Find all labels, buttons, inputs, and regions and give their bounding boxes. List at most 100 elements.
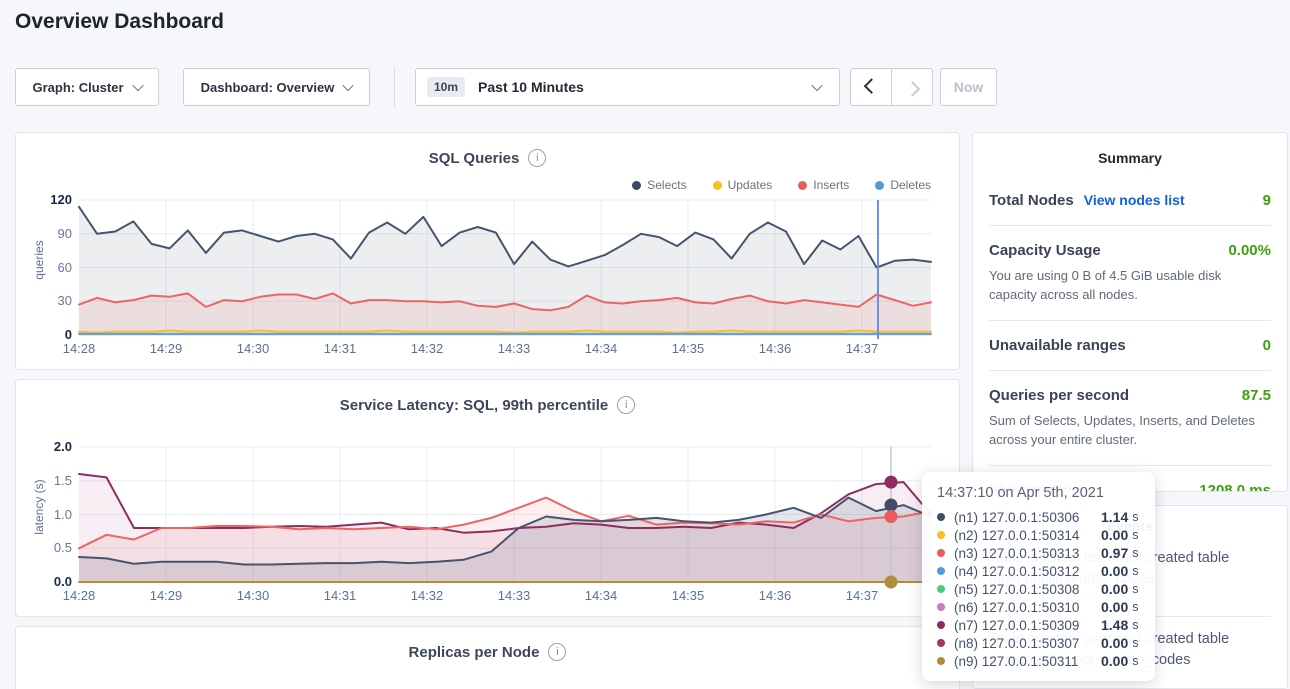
summary-row: Unavailable ranges0 [989, 320, 1271, 370]
legend-dot-icon [798, 181, 807, 190]
legend-dot-icon [875, 181, 884, 190]
info-icon[interactable]: i [548, 643, 566, 661]
x-axis-tick: 14:28 [57, 341, 101, 356]
y-axis-tick: 0 [16, 327, 72, 342]
node-color-dot-icon [937, 585, 945, 593]
tooltip-node-label: (n8) 127.0.0.1:50307 [954, 636, 1101, 651]
tooltip-row: (n1) 127.0.0.1:503061.14s [937, 508, 1140, 526]
view-nodes-list-link[interactable]: View nodes list [1084, 192, 1185, 208]
tooltip-row: (n2) 127.0.0.1:503140.00 s [937, 526, 1140, 544]
x-axis-tick: 14:32 [405, 588, 449, 603]
info-icon[interactable]: i [528, 149, 546, 167]
service-latency-panel: Service Latency: SQL, 99th percentile i … [15, 379, 960, 617]
tooltip-node-unit: s [1132, 564, 1138, 578]
tooltip-row: (n3) 127.0.0.1:503130.97s [937, 544, 1140, 562]
x-axis-tick: 14:28 [57, 588, 101, 603]
y-axis-tick: 0.0 [16, 574, 72, 589]
graph-scope-dropdown[interactable]: Graph: Cluster [15, 68, 159, 106]
tooltip-node-label: (n2) 127.0.0.1:50314 [954, 528, 1101, 543]
time-forward-button[interactable] [891, 69, 932, 105]
now-button[interactable]: Now [940, 68, 997, 106]
latency-svg [79, 447, 931, 582]
node-color-dot-icon [937, 549, 945, 557]
x-axis-tick: 14:36 [753, 341, 797, 356]
tooltip-node-unit: s [1132, 528, 1138, 542]
dashboard-dropdown[interactable]: Dashboard: Overview [183, 68, 370, 106]
tooltip-row: (n9) 127.0.0.1:503110.00s [937, 652, 1140, 670]
x-axis-tick: 14:35 [666, 588, 710, 603]
tooltip-node-unit: s [1132, 510, 1138, 524]
tooltip-node-label: (n1) 127.0.0.1:50306 [954, 510, 1101, 525]
tooltip-node-unit: s [1132, 654, 1138, 668]
tooltip-node-value: 0.00 [1101, 635, 1128, 651]
replicas-per-node-title: Replicas per Node [409, 644, 540, 661]
summary-row-label: Total Nodes [989, 192, 1074, 209]
chart-title-row: Service Latency: SQL, 99th percentile i [16, 380, 959, 414]
y-axis-ticks: 0306090120 [16, 200, 72, 335]
tooltip-node-label: (n9) 127.0.0.1:50311 [954, 654, 1101, 669]
chevron-right-icon [904, 81, 920, 97]
summary-row-value: 0 [1263, 337, 1271, 354]
legend-dot-icon [632, 181, 641, 190]
node-color-dot-icon [937, 639, 945, 647]
summary-row-subtitle: Sum of Selects, Updates, Inserts, and De… [989, 411, 1271, 449]
node-color-dot-icon [937, 603, 945, 611]
tooltip-node-label: (n7) 127.0.0.1:50309 [954, 618, 1101, 633]
summary-rows: Total Nodes View nodes list 9 Capacity Usag… [973, 176, 1287, 492]
page-title: Overview Dashboard [15, 10, 224, 34]
y-axis-tick: 90 [16, 226, 72, 241]
legend-item-updates[interactable]: Updates [713, 178, 773, 192]
sql-queries-plot[interactable] [79, 200, 931, 335]
tooltip-node-value: 0.00 [1101, 599, 1128, 615]
toolbar-divider [394, 66, 395, 108]
chevron-down-icon [811, 80, 822, 91]
sql-queries-svg [79, 200, 931, 335]
time-nav-group [850, 68, 933, 106]
tooltip-row: (n4) 127.0.0.1:503120.00 s [937, 562, 1140, 580]
summary-row-value: 9 [1263, 192, 1271, 209]
legend-label: Inserts [813, 178, 849, 192]
x-axis-tick: 14:36 [753, 588, 797, 603]
time-range-dropdown[interactable]: 10m Past 10 Minutes [415, 68, 840, 106]
tooltip-node-value: 0.00 [1101, 581, 1128, 597]
y-axis-tick: 0.5 [16, 540, 72, 555]
sql-queries-panel: SQL Queries i SelectsUpdatesInsertsDelet… [15, 132, 960, 370]
x-axis-tick: 14:29 [144, 341, 188, 356]
service-latency-title: Service Latency: SQL, 99th percentile [340, 397, 608, 414]
y-axis-tick: 60 [16, 260, 72, 275]
x-axis-tick: 14:37 [840, 588, 884, 603]
node-color-dot-icon [937, 621, 945, 629]
service-latency-plot[interactable] [79, 447, 931, 582]
x-axis-tick: 14:34 [579, 341, 623, 356]
x-axis-tick: 14:31 [318, 588, 362, 603]
info-icon[interactable]: i [617, 396, 635, 414]
x-axis-tick: 14:35 [666, 341, 710, 356]
summary-row: Capacity Usage0.00%You are using 0 B of … [989, 225, 1271, 320]
tooltip-node-unit: s [1132, 546, 1138, 560]
tooltip-node-value: 0.00 [1101, 563, 1128, 579]
y-axis-tick: 120 [16, 192, 72, 207]
tooltip-node-label: (n3) 127.0.0.1:50313 [954, 546, 1101, 561]
legend-label: Selects [647, 178, 686, 192]
legend-item-inserts[interactable]: Inserts [798, 178, 849, 192]
summary-row-top: Queries per second87.5 [989, 387, 1271, 404]
y-axis-tick: 2.0 [16, 439, 72, 454]
x-axis-tick: 14:29 [144, 588, 188, 603]
x-axis-ticks: 14:2814:2914:3014:3114:3214:3314:3414:35… [79, 341, 931, 359]
chevron-left-icon [863, 78, 879, 94]
node-color-dot-icon [937, 531, 945, 539]
graph-scope-label: Graph: Cluster [32, 80, 123, 95]
legend-item-deletes[interactable]: Deletes [875, 178, 931, 192]
dashboard-dropdown-label: Dashboard: Overview [201, 80, 335, 95]
tooltip-row: (n5) 127.0.0.1:503080.00s [937, 580, 1140, 598]
legend-item-selects[interactable]: Selects [632, 178, 686, 192]
legend-label: Updates [728, 178, 773, 192]
time-back-button[interactable] [851, 69, 891, 105]
summary-row: Total Nodes View nodes list 9 [989, 176, 1271, 225]
node-color-dot-icon [937, 567, 945, 575]
tooltip-node-value: 0.00 [1101, 527, 1128, 543]
x-axis-ticks: 14:2814:2914:3014:3114:3214:3314:3414:35… [79, 588, 931, 606]
tooltip-node-label: (n4) 127.0.0.1:50312 [954, 564, 1101, 579]
tooltip-node-unit: s [1132, 600, 1138, 614]
summary-row-value: 0.00% [1228, 242, 1271, 259]
